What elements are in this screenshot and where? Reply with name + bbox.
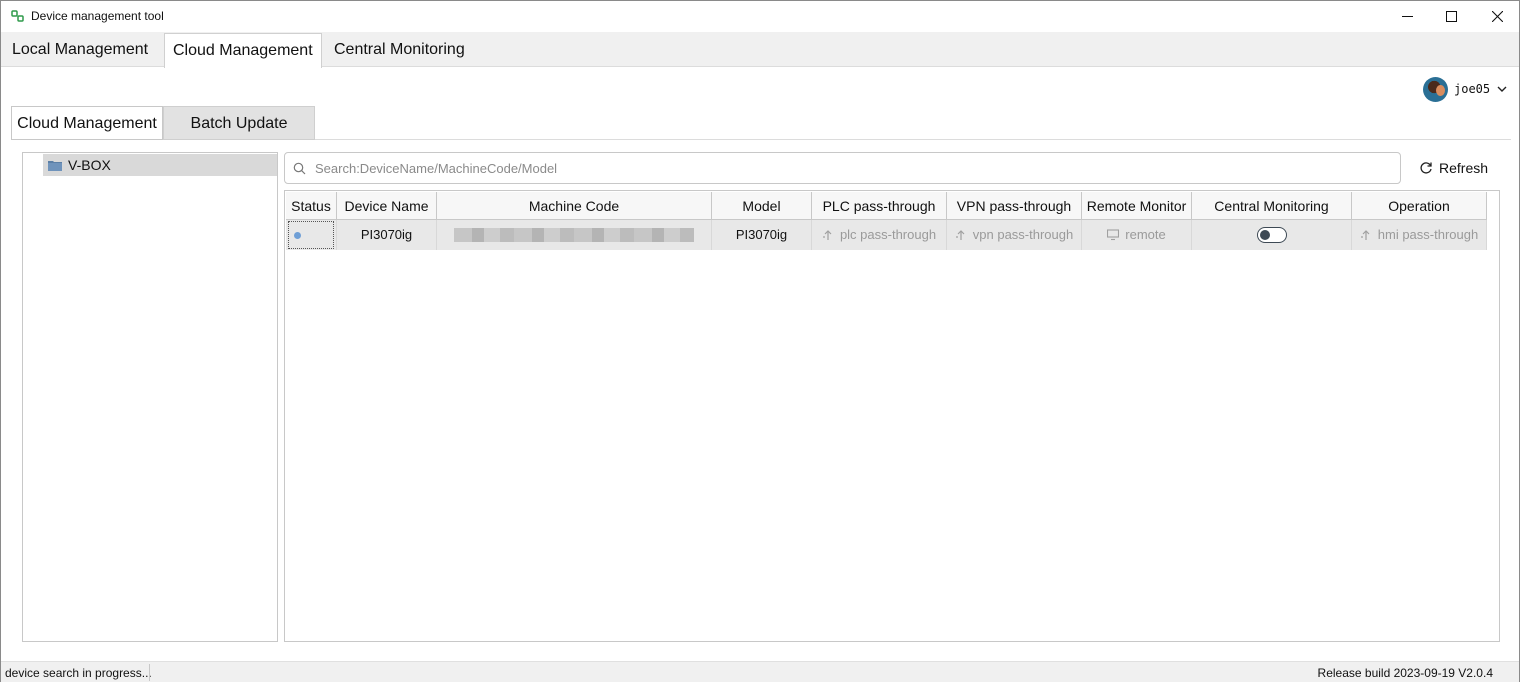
avatar [1423, 76, 1448, 102]
window-title: Device management tool [31, 9, 164, 23]
model-cell: PI3070ig [712, 220, 812, 250]
tree-item-label: V-BOX [68, 157, 111, 173]
main-tab-bar: Local Management Cloud Management Centra… [1, 32, 1519, 68]
close-icon [1491, 11, 1503, 22]
search-icon [293, 162, 306, 174]
machine-code-cell [437, 220, 712, 250]
vpn-label: vpn pass-through [972, 227, 1074, 242]
operation-label: hmi pass-through [1377, 227, 1479, 242]
toggle-knob [1259, 230, 1270, 240]
column-header-status[interactable]: Status [286, 192, 337, 220]
folder-icon [48, 160, 62, 171]
vpn-pass-through-button[interactable]: vpn pass-through [947, 220, 1082, 250]
column-header-device-name[interactable]: Device Name [337, 192, 437, 220]
status-cell[interactable] [286, 220, 337, 250]
plc-pass-through-button[interactable]: plc pass-through [812, 220, 947, 250]
remote-monitor-button[interactable]: remote [1082, 220, 1192, 250]
central-monitoring-cell [1192, 220, 1352, 250]
tab-cloud-management[interactable]: Cloud Management [164, 33, 322, 68]
tab-local-management[interactable]: Local Management [4, 33, 156, 67]
redacted-machine-code [454, 228, 694, 242]
monitor-icon [1107, 229, 1120, 241]
status-focus [288, 221, 334, 249]
column-header-machine-code[interactable]: Machine Code [437, 192, 712, 220]
table-header: Status Device Name Machine Code Model PL… [286, 192, 1487, 220]
user-menu[interactable]: joe05 [1423, 76, 1508, 102]
column-header-model[interactable]: Model [712, 192, 812, 220]
column-header-remote-monitor[interactable]: Remote Monitor [1082, 192, 1192, 220]
column-header-plc[interactable]: PLC pass-through [812, 192, 947, 220]
status-message: device search in progress... [5, 666, 152, 680]
app-window: Device management tool Local Management … [0, 0, 1520, 682]
maximize-icon [1445, 11, 1457, 22]
chevron-down-icon [1497, 86, 1507, 92]
search-input[interactable] [315, 160, 1315, 176]
hmi-pass-through-button[interactable]: hmi pass-through [1352, 220, 1487, 250]
maximize-button[interactable] [1428, 1, 1474, 32]
status-bar: device search in progress... Release bui… [1, 661, 1519, 682]
search-box[interactable] [284, 152, 1401, 184]
version-label: Release build 2023-09-19 V2.0.4 [1317, 666, 1493, 680]
pass-through-icon [955, 230, 965, 240]
table-row[interactable]: PI3070ig PI3070ig plc pass-through vpn p… [286, 220, 1487, 250]
device-table: Status Device Name Machine Code Model PL… [284, 190, 1500, 642]
username: joe05 [1454, 82, 1491, 96]
minimize-icon [1401, 16, 1413, 17]
app-logo-icon [11, 10, 24, 22]
divider [315, 139, 1511, 140]
device-tree: V-BOX [22, 152, 278, 642]
central-monitoring-toggle[interactable] [1256, 227, 1287, 243]
pass-through-icon [822, 230, 832, 240]
column-header-central-monitoring[interactable]: Central Monitoring [1192, 192, 1352, 220]
refresh-icon [1420, 162, 1432, 174]
remote-label: remote [1125, 227, 1166, 242]
subtab-cloud-management[interactable]: Cloud Management [11, 106, 163, 140]
title-bar: Device management tool [1, 1, 1519, 32]
tree-item-vbox[interactable]: V-BOX [43, 154, 277, 176]
subtab-batch-update[interactable]: Batch Update [163, 106, 315, 140]
refresh-button[interactable]: Refresh [1419, 158, 1488, 178]
pass-through-icon [1360, 230, 1370, 240]
column-header-operation[interactable]: Operation [1352, 192, 1487, 220]
tab-central-monitoring[interactable]: Central Monitoring [326, 33, 473, 67]
device-name-cell: PI3070ig [337, 220, 437, 250]
minimize-button[interactable] [1384, 1, 1430, 32]
column-header-vpn[interactable]: VPN pass-through [947, 192, 1082, 220]
status-dot-icon [294, 231, 301, 239]
refresh-label: Refresh [1439, 160, 1489, 176]
status-separator [149, 664, 150, 681]
plc-label: plc pass-through [839, 227, 937, 242]
close-button[interactable] [1474, 1, 1520, 32]
